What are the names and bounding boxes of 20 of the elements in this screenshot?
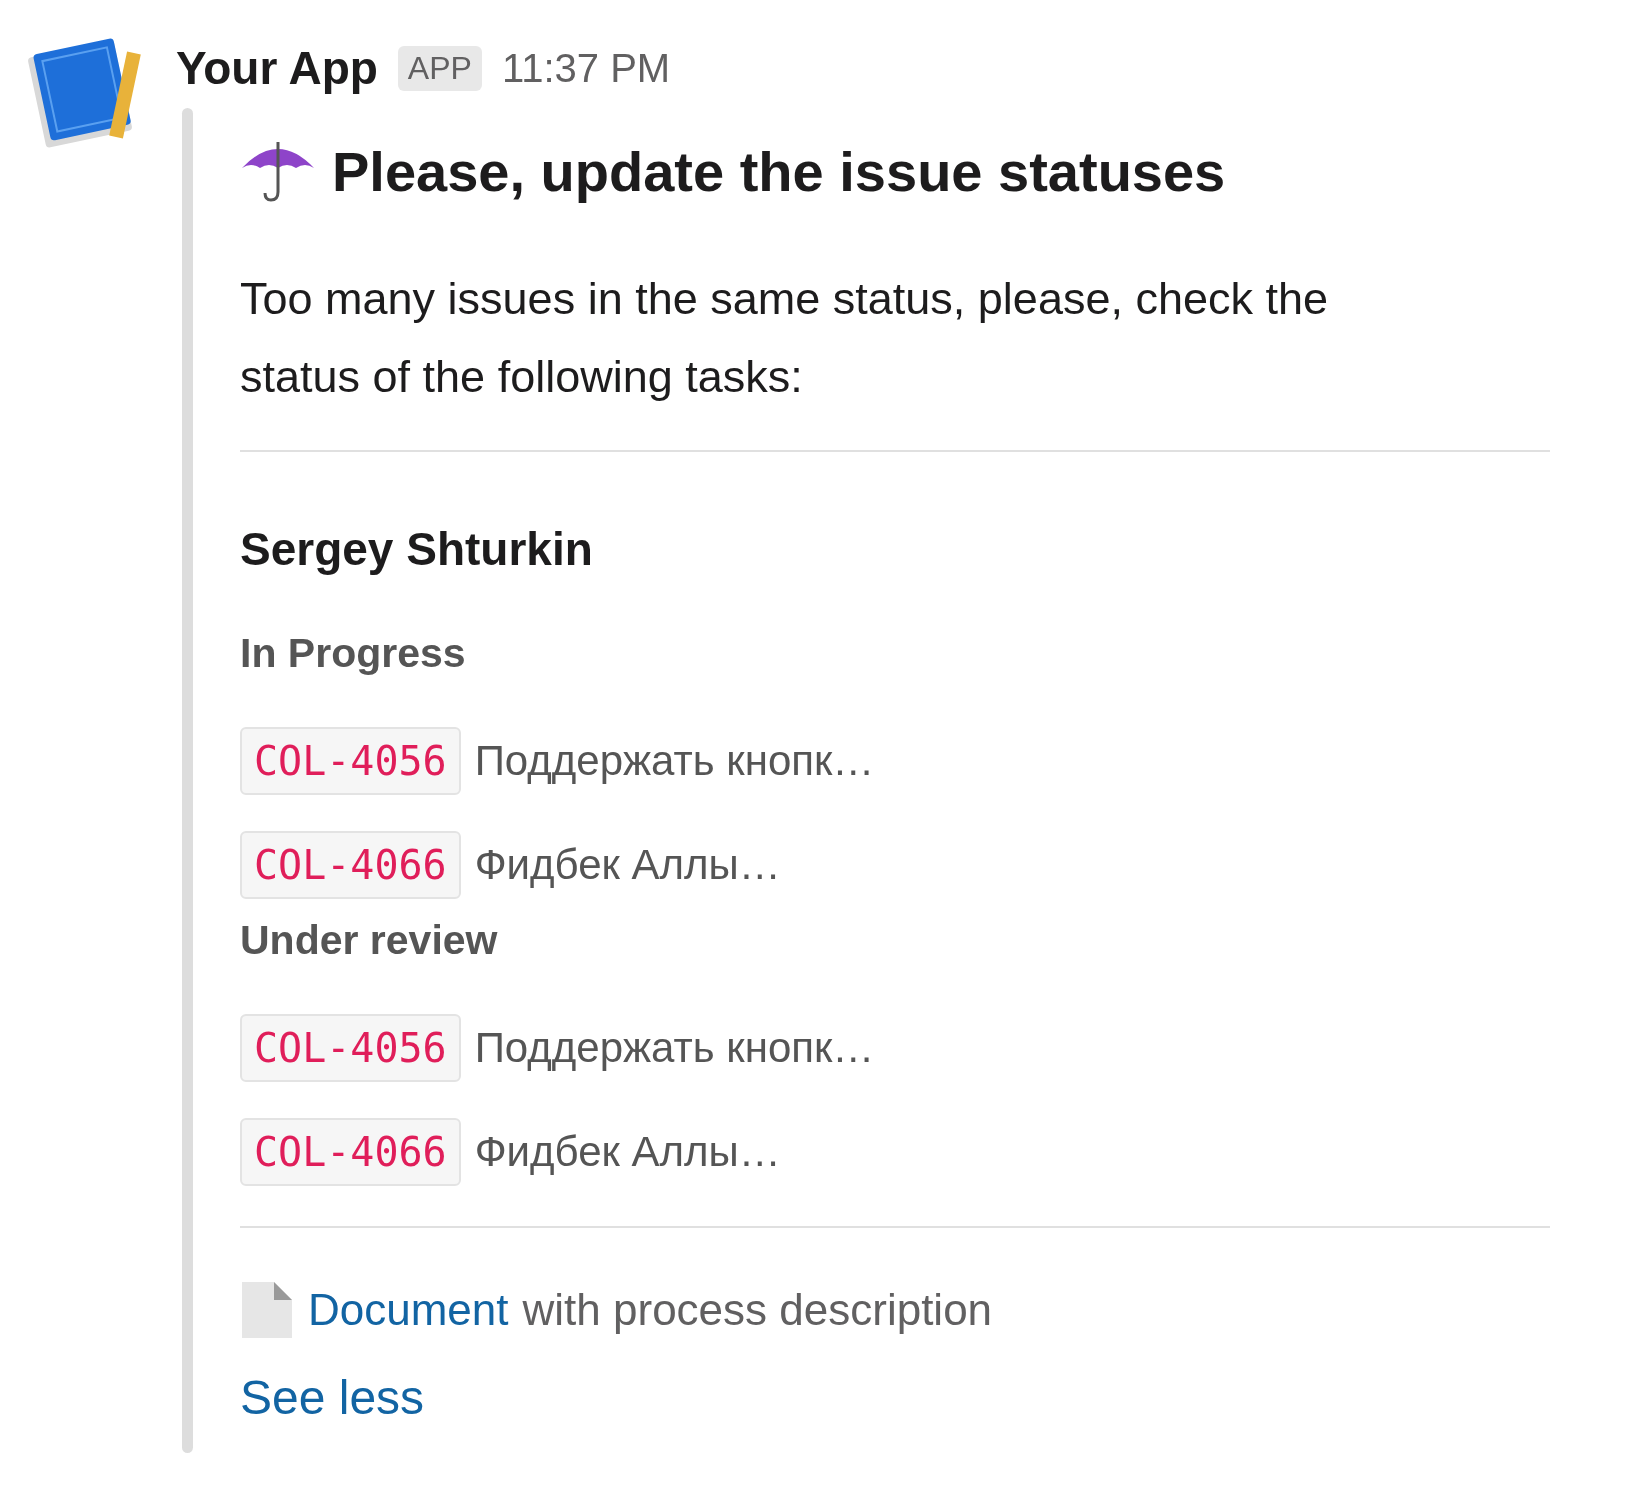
issue-key[interactable]: COL-4066 <box>240 1118 461 1186</box>
assignee-name: Sergey Shturkin <box>240 522 594 576</box>
issue-summary: Фидбек Аллы… <box>474 1128 781 1176</box>
issue-key[interactable]: COL-4056 <box>240 1014 461 1082</box>
issue-summary: Фидбек Аллы… <box>474 841 781 889</box>
status-heading: In Progress <box>240 630 467 677</box>
document-link[interactable]: Document <box>308 1285 509 1335</box>
timestamp[interactable]: 11:37 PM <box>501 45 671 91</box>
status-heading: Under review <box>240 917 499 964</box>
document-icon <box>240 1280 294 1340</box>
see-less-link[interactable]: See less <box>240 1370 425 1425</box>
issue-key[interactable]: COL-4056 <box>240 727 461 795</box>
issue-key[interactable]: COL-4066 <box>240 831 461 899</box>
issue-summary: Поддержать кнопк… <box>474 737 875 785</box>
message-body: Too many issues in the same status, please, check the status of the following tasks: <box>240 272 1330 404</box>
link-description: with process description <box>522 1285 993 1335</box>
issue-summary: Поддержать кнопк… <box>474 1024 875 1072</box>
sender-name[interactable]: Your App <box>176 41 378 95</box>
app-badge: APP <box>397 45 482 91</box>
message-title: Please, update the issue statuses <box>332 138 1226 204</box>
